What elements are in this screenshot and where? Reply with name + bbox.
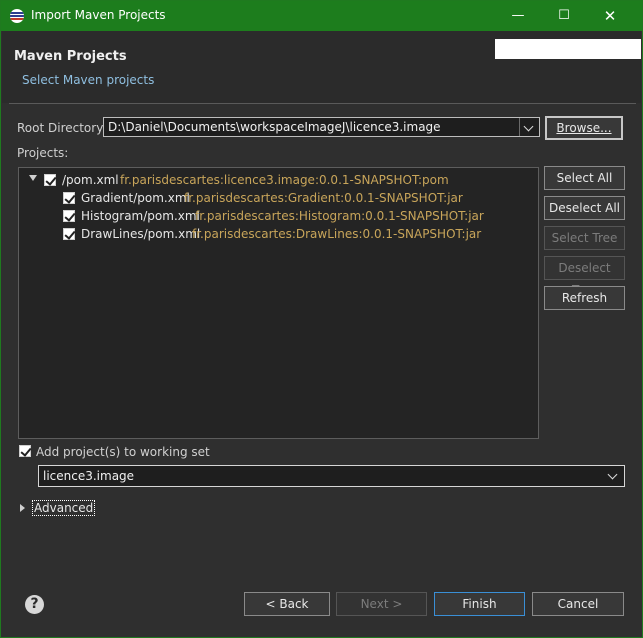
chevron-down-icon[interactable] xyxy=(519,118,539,136)
project-gav: fr.parisdescartes:Gradient:0.0.1-SNAPSHO… xyxy=(184,191,463,205)
header-separator xyxy=(9,103,636,104)
select-tree-label: Select Tree xyxy=(551,231,618,245)
root-directory-value: D:\Daniel\Documents\workspaceImageJ\lice… xyxy=(108,120,441,134)
deselect-tree-button[interactable]: Deselect Tree xyxy=(544,256,625,297)
project-gav: fr.parisdescartes:DrawLines:0.0.1-SNAPSH… xyxy=(192,227,482,241)
working-set-combo[interactable]: licence3.image xyxy=(38,465,625,487)
close-button[interactable]: ✕ xyxy=(587,1,633,31)
help-icon[interactable]: ? xyxy=(25,595,44,614)
tree-row[interactable]: Histogram/pom.xml fr.parisdescartes:Hist… xyxy=(19,208,538,226)
chevron-down-icon[interactable] xyxy=(604,466,624,486)
project-name: Gradient/pom.xml xyxy=(81,191,190,205)
root-directory-combo[interactable]: D:\Daniel\Documents\workspaceImageJ\lice… xyxy=(103,117,540,137)
browse-button[interactable]: Browse... xyxy=(545,116,623,140)
project-checkbox[interactable] xyxy=(44,174,56,186)
project-name: DrawLines/pom.xml xyxy=(81,227,201,241)
project-checkbox[interactable] xyxy=(63,228,75,240)
finish-label: Finish xyxy=(462,597,497,611)
working-set-label: Add project(s) to working set xyxy=(36,445,210,459)
advanced-toggle[interactable]: Advanced xyxy=(32,500,96,516)
select-tree-button[interactable]: Select Tree xyxy=(544,226,625,250)
back-label: < Back xyxy=(265,597,309,611)
cancel-button[interactable]: Cancel xyxy=(532,592,624,616)
cancel-label: Cancel xyxy=(557,597,599,611)
wizard-header: Maven Projects Select Maven projects xyxy=(2,31,641,103)
eclipse-icon xyxy=(10,9,24,23)
expand-arrow-icon[interactable] xyxy=(20,504,25,512)
select-all-label: Select All xyxy=(556,171,613,185)
project-name: /pom.xml xyxy=(62,173,119,187)
working-set-checkbox[interactable] xyxy=(19,445,31,457)
browse-button-label: Browse... xyxy=(556,121,612,135)
tree-expand-icon[interactable] xyxy=(29,175,37,181)
refresh-label: Refresh xyxy=(561,291,608,305)
page-subtitle: Select Maven projects xyxy=(22,73,155,87)
deselect-all-button[interactable]: Deselect All xyxy=(544,196,625,220)
projects-label: Projects: xyxy=(17,146,69,160)
project-name: Histogram/pom.xml xyxy=(81,209,200,223)
refresh-button[interactable]: Refresh xyxy=(544,286,625,310)
tree-row-root[interactable]: /pom.xml fr.parisdescartes:licence3.imag… xyxy=(19,172,538,190)
back-button[interactable]: < Back xyxy=(244,592,330,616)
maximize-button[interactable]: ☐ xyxy=(541,1,587,31)
working-set-value: licence3.image xyxy=(43,469,135,483)
next-button[interactable]: Next > xyxy=(336,592,427,616)
project-gav: fr.parisdescartes:Histogram:0.0.1-SNAPSH… xyxy=(195,209,484,223)
title-bar: Import Maven Projects — ☐ ✕ xyxy=(1,1,642,31)
tree-row[interactable]: Gradient/pom.xml fr.parisdescartes:Gradi… xyxy=(19,190,538,208)
project-gav: fr.parisdescartes:licence3.image:0.0.1-S… xyxy=(120,173,449,187)
wizard-banner-image xyxy=(495,39,641,59)
tree-row[interactable]: DrawLines/pom.xml fr.parisdescartes:Draw… xyxy=(19,226,538,244)
deselect-all-label: Deselect All xyxy=(549,201,620,215)
root-directory-label: Root Directory: xyxy=(17,121,107,135)
project-checkbox[interactable] xyxy=(63,192,75,204)
window-title: Import Maven Projects xyxy=(31,8,166,22)
import-maven-dialog: Import Maven Projects — ☐ ✕ Maven Projec… xyxy=(0,0,643,638)
finish-button[interactable]: Finish xyxy=(434,592,525,616)
next-label: Next > xyxy=(360,597,403,611)
page-title: Maven Projects xyxy=(14,49,127,64)
select-all-button[interactable]: Select All xyxy=(544,166,625,190)
projects-tree[interactable]: /pom.xml fr.parisdescartes:licence3.imag… xyxy=(18,167,539,439)
project-checkbox[interactable] xyxy=(63,210,75,222)
minimize-button[interactable]: — xyxy=(495,1,541,31)
